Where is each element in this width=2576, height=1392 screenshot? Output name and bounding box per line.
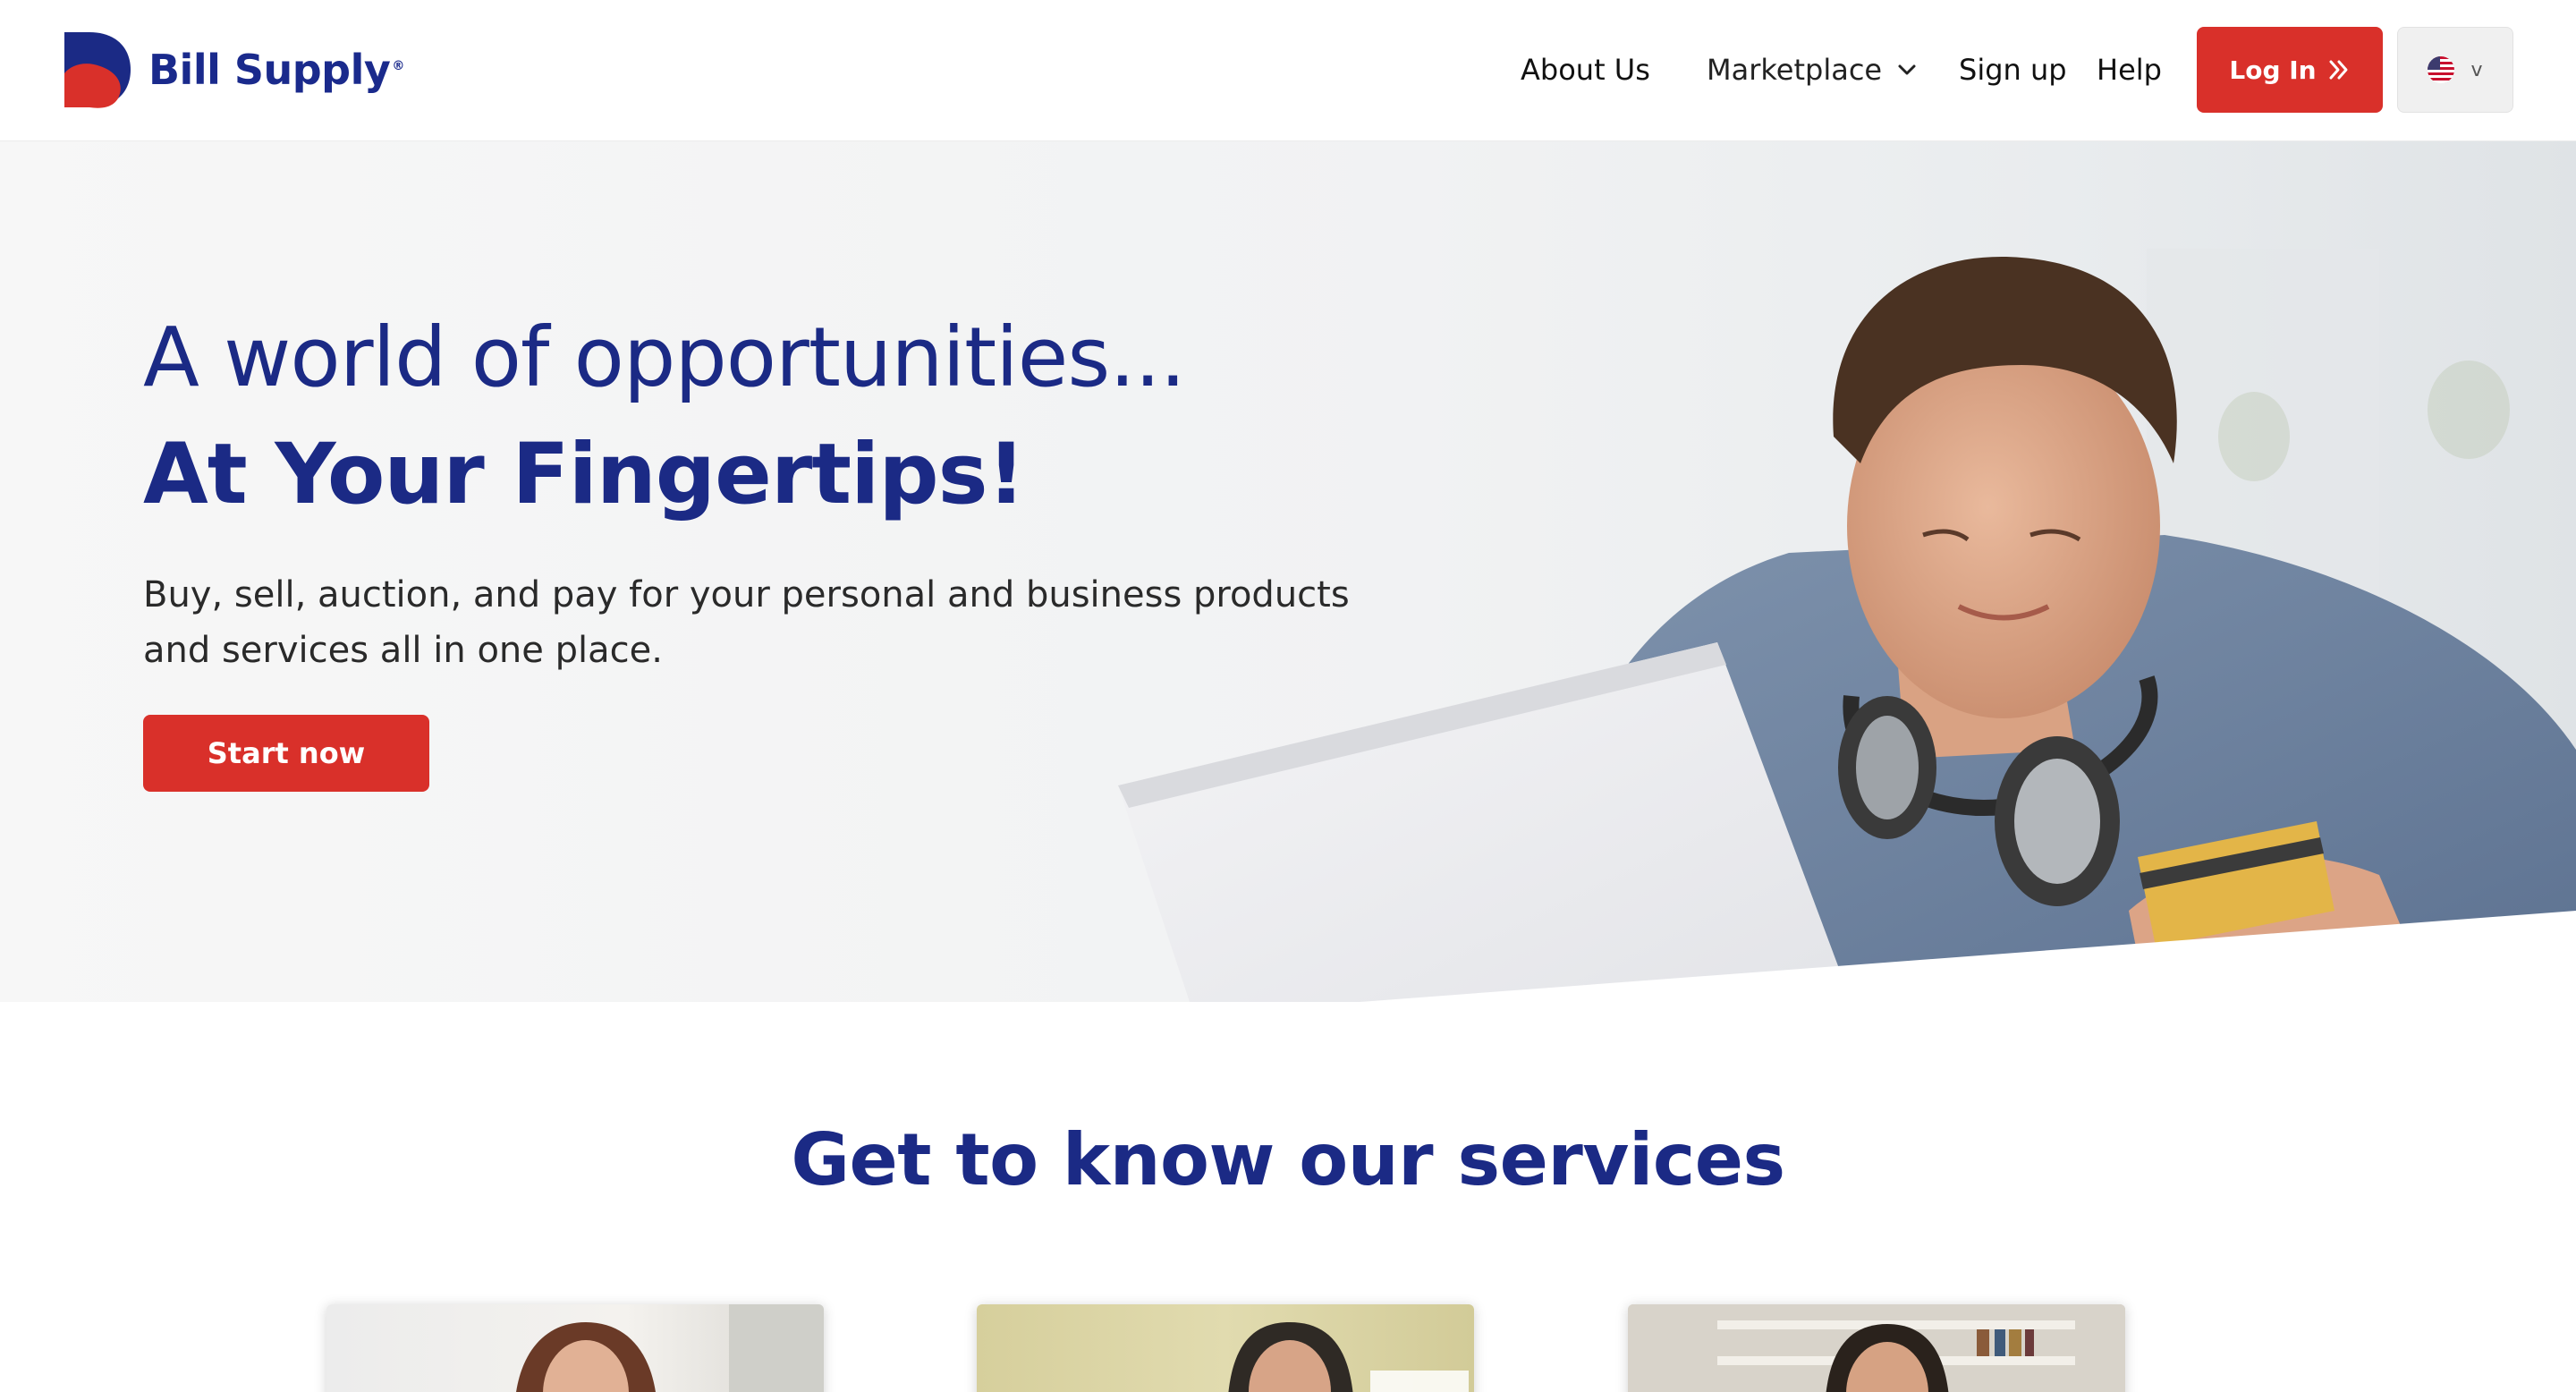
log-in-label: Log In [2229,55,2317,85]
double-chevron-right-icon [2329,60,2348,80]
nav-help[interactable]: Help [2097,50,2162,89]
nav-marketplace-label: Marketplace [1707,53,1883,87]
brand-logo[interactable]: Bill Supply ® [63,29,404,111]
service-card-1-image [516,1304,824,1392]
page: Bill Supply ® About Us Marketplace Sign u… [0,0,2576,1392]
us-flag-icon [2428,56,2455,83]
chevron-down-icon [1898,64,1916,75]
service-card-3[interactable] [1628,1304,2125,1392]
hero-title: A world of opportunities... [143,310,1186,405]
hero-description: Buy, sell, auction, and pay for your per… [143,574,1350,671]
language-selector[interactable]: v [2397,27,2513,113]
nav-sign-up[interactable]: Sign up [1959,50,2067,89]
hero-subtitle: At Your Fingertips! [143,426,1025,523]
start-now-button[interactable]: Start now [143,715,429,792]
registered-mark: ® [392,58,404,73]
hero-section: A world of opportunities... At Your Fing… [0,141,2576,1002]
service-card-2-image [1228,1322,1469,1392]
log-in-button[interactable]: Log In [2197,27,2383,113]
service-card-2[interactable] [977,1304,1474,1392]
service-card-1[interactable] [326,1304,824,1392]
services-title: Get to know our services [791,1118,1785,1201]
language-caret: v [2470,58,2483,81]
logo-mark-icon [64,32,131,108]
nav-marketplace-dropdown[interactable]: Marketplace [1707,50,1918,89]
brand-name: Bill Supply ® [148,46,404,94]
service-card-3-image [1628,1304,2125,1392]
nav-about-us[interactable]: About Us [1521,50,1650,89]
site-header: Bill Supply ® About Us Marketplace Sign u… [0,0,2576,141]
